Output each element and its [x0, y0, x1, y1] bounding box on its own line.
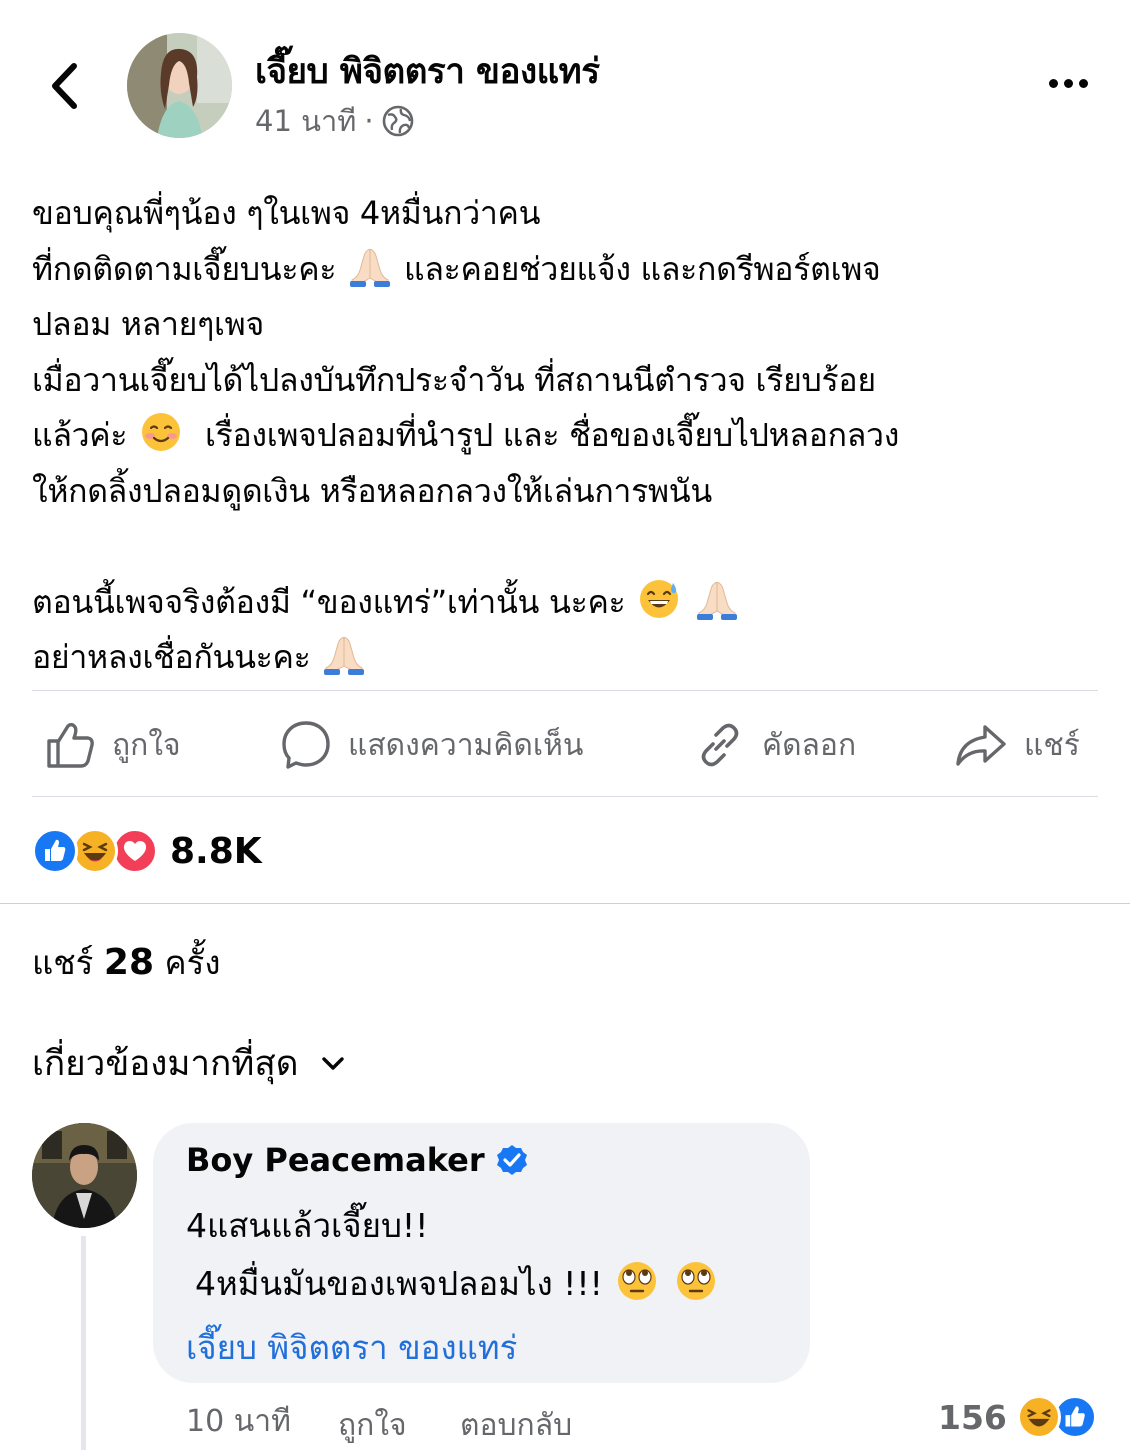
comment-reaction-count: 156 — [938, 1397, 1007, 1437]
copy-button[interactable]: คัดลอก — [694, 712, 856, 778]
reactions-summary[interactable]: 8.8K — [32, 826, 262, 876]
share-arrow-icon — [956, 725, 1006, 766]
dot-icon — [1078, 78, 1088, 88]
share-count-prefix: แชร์ — [32, 943, 94, 982]
post-line: เมื่อวานเจี๊ยบได้ไปลงบันทึกประจำวัน ที่ส… — [32, 360, 876, 399]
commenter-name[interactable]: Boy Peacemaker — [186, 1141, 529, 1179]
post-line: อย่าหลงเชื่อกันนะคะ — [32, 630, 1107, 686]
comment-text-segment: 4หมื่นมันของเพจปลอมไง !!! — [195, 1264, 603, 1303]
copy-label: คัดลอก — [762, 727, 857, 763]
post-text-segment: และคอยช่วยแจ้ง และกดรีพอร์ตเพจ — [404, 249, 881, 288]
comment-reactions[interactable]: 156 — [938, 1392, 1097, 1442]
post-line: ให้กดลิ้งปลอมดูดเงิน หรือหลอกลวงให้เล่นก… — [32, 471, 712, 510]
post-line: ปลอม หลายๆเพจ — [32, 305, 264, 343]
eye-roll-emoji — [618, 1262, 657, 1300]
author-name[interactable]: เจี๊ยบ พิจิตตรา ของแทร่ — [255, 44, 600, 99]
haha-icon — [1016, 1395, 1061, 1439]
post-line: ที่กดติดตามเจี๊ยบนะคะ และคอยช่วยแจ้ง และ… — [32, 242, 1107, 298]
post-text: ขอบคุณพี่ๆน้อง ๆในเพจ 4หมื่นกว่าคน ที่กด… — [32, 186, 1107, 686]
share-button[interactable]: แชร์ — [954, 712, 1080, 778]
verified-badge-icon — [496, 1145, 527, 1175]
thread-line — [81, 1236, 86, 1450]
back-button[interactable] — [40, 58, 88, 114]
eye-roll-emoji — [676, 1262, 715, 1300]
love-icon — [112, 828, 158, 874]
dot-icon — [1048, 78, 1058, 88]
like-label: ถูกใจ — [112, 727, 181, 763]
post-text-segment: เรื่องเพจปลอมที่นำรูป และ ชื่อของเจี๊ยบไ… — [204, 416, 900, 454]
post-text-segment: อย่าหลงเชื่อกันนะคะ — [32, 638, 311, 676]
like-button[interactable]: ถูกใจ — [44, 712, 181, 778]
commenter-avatar[interactable] — [32, 1123, 137, 1228]
globe-icon — [382, 105, 413, 137]
chevron-left-icon — [52, 63, 77, 109]
reaction-count: 8.8K — [170, 830, 262, 872]
comment-button[interactable]: แสดงความคิดเห็น — [280, 712, 583, 778]
post-line: แล้วค่ะ เรื่องเพจปลอมที่นำรูป และ ชื่อขอ… — [32, 408, 1107, 464]
more-options-button[interactable] — [1040, 62, 1096, 104]
meta-separator: · — [364, 104, 374, 138]
comment-time[interactable]: 10 นาที — [186, 1396, 291, 1446]
comment-bubble: Boy Peacemaker 4แสนแล้วเจี๊ยบ!! 4หมื่นมั… — [153, 1123, 810, 1383]
comment-label: แสดงความคิดเห็น — [348, 727, 584, 763]
comment-reply-button[interactable]: ตอบกลับ — [460, 1400, 572, 1450]
share-count-suffix: ครั้ง — [164, 943, 221, 982]
post-header: เจี๊ยบ พิจิตตรา ของแทร่ 41 นาที · — [0, 0, 1130, 170]
grinning-sweat-emoji — [640, 579, 679, 618]
comment-like-button[interactable]: ถูกใจ — [338, 1400, 407, 1450]
sort-label: เกี่ยวข้องมากที่สุด — [32, 1044, 299, 1084]
share-count-value: 28 — [103, 942, 155, 983]
smiling-face-emoji — [142, 413, 181, 451]
link-icon — [701, 723, 739, 767]
post-text-segment: ตอนนี้เพจจริงต้องมี “ของแทร่”เท่านั้น นะ… — [32, 582, 626, 621]
post-time[interactable]: 41 นาที — [255, 98, 356, 144]
like-icon — [32, 828, 78, 874]
divider — [32, 690, 1098, 691]
comment-text-line: 4แสนแล้วเจี๊ยบ!! — [186, 1206, 429, 1245]
post-line: ตอนนี้เพจจริงต้องมี “ของแทร่”เท่านั้น นะ… — [32, 575, 1107, 631]
divider — [32, 796, 1098, 797]
dot-icon — [1063, 78, 1073, 88]
haha-icon — [72, 828, 118, 874]
post-text-segment: แล้วค่ะ — [32, 416, 128, 454]
comment-sort-dropdown[interactable]: เกี่ยวข้องมากที่สุด — [32, 1036, 346, 1091]
post-meta: 41 นาที · — [255, 98, 414, 144]
folded-hands-emoji — [350, 248, 391, 287]
share-count[interactable]: แชร์ 28 ครั้ง — [32, 936, 220, 989]
post-text-segment: ที่กดติดตามเจี๊ยบนะคะ — [32, 249, 337, 288]
mention-link[interactable]: เจี๊ยบ พิจิตตรา ของแทร่ — [186, 1321, 517, 1374]
post-line: ขอบคุณพี่ๆน้อง ๆในเพจ 4หมื่นกว่าคน — [32, 194, 541, 232]
author-avatar[interactable] — [127, 33, 232, 138]
comment-text-line: 4หมื่นมันของเพจปลอมไง !!! — [195, 1257, 720, 1310]
folded-hands-emoji — [697, 581, 738, 620]
share-label: แชร์ — [1024, 727, 1080, 763]
commenter-name-text: Boy Peacemaker — [186, 1141, 485, 1179]
section-divider — [0, 903, 1130, 904]
chevron-down-icon — [322, 1056, 345, 1070]
folded-hands-emoji — [324, 636, 365, 675]
thumbs-up-icon — [47, 723, 94, 768]
comment-bubble-icon — [282, 721, 330, 769]
post-action-bar: ถูกใจ แสดงความคิดเห็น คัดลอก แชร์ — [32, 712, 1098, 778]
